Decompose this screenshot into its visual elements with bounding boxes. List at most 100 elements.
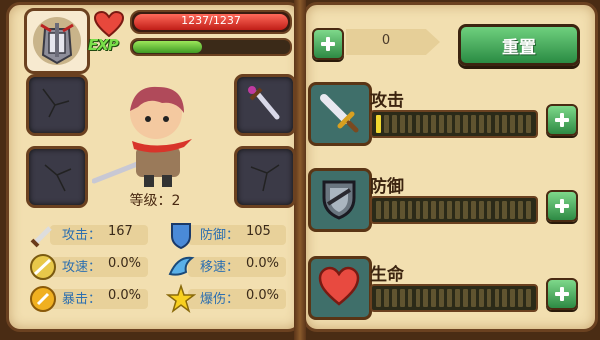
equipment-slot-bottom-left[interactable]	[26, 146, 88, 208]
bar-segment-empty	[462, 201, 468, 219]
bar-segment-empty	[510, 201, 516, 219]
exp-bar-fill	[133, 41, 203, 53]
bar-segment-empty	[391, 201, 397, 219]
points-value: 0	[381, 33, 391, 48]
hero-character	[92, 86, 192, 187]
bar-segment-empty	[502, 115, 508, 133]
bar-segment-empty	[423, 289, 429, 307]
bar-segment-empty	[447, 115, 452, 133]
stat-value: 0.0%	[108, 256, 142, 271]
bar-segment-empty	[407, 201, 413, 219]
bar-segment-empty	[439, 289, 445, 307]
bar-segment-empty	[478, 201, 484, 219]
bar-segment-empty	[478, 289, 484, 307]
stat-label: 爆伤：	[200, 292, 240, 307]
stat-label: 暴击：	[62, 292, 102, 307]
exp-label: EXP	[88, 36, 119, 54]
stat-attack: 攻击： 167	[28, 222, 148, 248]
crit-damage-icon	[166, 284, 196, 313]
bar-segment-empty	[399, 201, 405, 219]
equipment-slot-top-left[interactable]	[26, 74, 88, 136]
bar-segment-empty	[455, 289, 460, 307]
bar-segment-empty	[526, 201, 531, 219]
bar-segment-empty	[383, 115, 389, 133]
attribute-attack: 攻击	[308, 80, 586, 148]
bar-segment-empty	[383, 201, 389, 219]
bar-segment-empty	[423, 115, 429, 133]
stat-crit-damage: 爆伤： 0.0%	[166, 284, 286, 313]
bar-segment-empty	[486, 289, 492, 307]
stat-crit: 暴击： 0.0%	[28, 286, 148, 312]
add-attack-button[interactable]	[546, 104, 578, 136]
add-defense-button[interactable]	[546, 190, 578, 222]
bar-segment-empty	[486, 115, 492, 133]
crack-icon	[42, 88, 70, 118]
attribute-defense: 防御	[308, 166, 586, 234]
bar-segment-empty	[518, 201, 524, 219]
avatar[interactable]	[24, 8, 90, 74]
add-health-button[interactable]	[546, 278, 578, 310]
shield-icon	[171, 223, 191, 250]
hp-text: 1237/1237	[181, 14, 241, 27]
bar-segment-empty	[494, 201, 500, 219]
attribute-bar	[370, 196, 538, 224]
stat-label: 防御：	[200, 228, 240, 243]
bar-segment-empty	[383, 289, 389, 307]
add-points-button[interactable]	[312, 28, 344, 60]
exp-bar	[130, 38, 292, 56]
bar-segment-empty	[455, 201, 460, 219]
bar-segment-empty	[439, 201, 445, 219]
bar-segment-empty	[423, 201, 429, 219]
bar-segment-empty	[415, 289, 421, 307]
knight-helmet-icon	[33, 17, 81, 65]
stat-label: 攻击：	[62, 228, 102, 243]
bar-segment-empty	[407, 115, 413, 133]
bar-segment-empty	[399, 115, 405, 133]
reset-label: 重置	[502, 38, 536, 58]
stat-value: 0.0%	[246, 288, 280, 303]
attribute-bar	[370, 110, 538, 138]
bar-segment-empty	[470, 115, 476, 133]
stat-move-speed: 移速： 0.0%	[166, 254, 286, 280]
bar-segment-empty	[486, 201, 492, 219]
bar-segment-empty	[462, 289, 468, 307]
heart-icon	[94, 11, 124, 37]
bar-segment-empty	[494, 289, 500, 307]
bar-segment-empty	[470, 289, 476, 307]
bar-segment-empty	[431, 115, 437, 133]
bar-segment-filled	[376, 115, 381, 133]
stat-label: 移速：	[200, 260, 240, 275]
bar-segment-empty	[518, 115, 524, 133]
bar-segment-empty	[470, 201, 476, 219]
bar-segment-empty	[447, 201, 452, 219]
bar-segment-empty	[518, 289, 524, 307]
bar-segment-empty	[415, 115, 421, 133]
move-speed-icon	[168, 256, 195, 276]
shield-icon	[322, 180, 356, 220]
equipment-slot-top-right[interactable]	[234, 74, 296, 136]
attribute-label: 攻击	[370, 91, 404, 111]
bar-segment-empty	[431, 201, 437, 219]
stat-label: 攻速：	[62, 260, 102, 275]
equipment-slot-bottom-right[interactable]	[234, 146, 296, 208]
bar-segment-empty	[494, 115, 500, 133]
bar-segment-empty	[462, 115, 468, 133]
stat-value: 0.0%	[246, 256, 280, 271]
crack-icon	[44, 164, 72, 192]
attribute-icon-frame	[308, 168, 372, 232]
stat-defense: 防御： 105	[166, 222, 286, 250]
crit-icon	[30, 286, 56, 312]
bar-segment-empty	[455, 115, 460, 133]
bar-segment-empty	[391, 289, 397, 307]
attribute-icon-frame	[308, 256, 372, 320]
bar-segment-empty	[502, 289, 508, 307]
stat-attack-speed: 攻速： 0.0%	[28, 254, 148, 280]
bar-segment-empty	[431, 289, 437, 307]
sword-icon	[320, 94, 359, 133]
stat-value: 0.0%	[108, 288, 142, 303]
attack-speed-icon	[30, 254, 56, 280]
bar-segment-empty	[526, 289, 531, 307]
bar-segment-empty	[415, 201, 421, 219]
reset-button[interactable]: 重置	[458, 24, 580, 66]
bar-segment-empty	[439, 115, 445, 133]
